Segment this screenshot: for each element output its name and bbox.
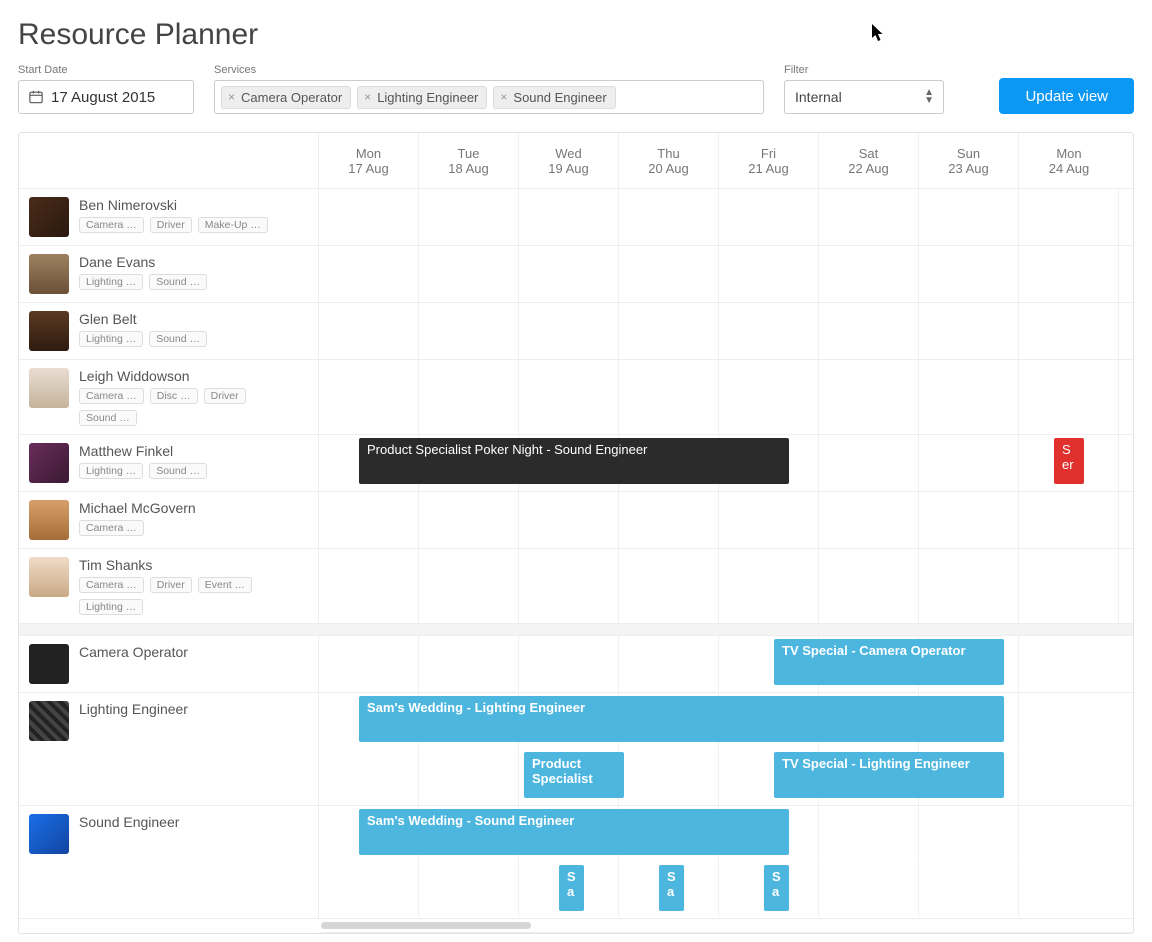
- page-title: Resource Planner: [18, 18, 1134, 52]
- avatar: [29, 311, 69, 351]
- avatar: [29, 500, 69, 540]
- skill-tag: Sound …: [79, 410, 137, 426]
- chip-label: Sound Engineer: [513, 90, 606, 105]
- avatar: [29, 254, 69, 294]
- resource-row: Michael McGovern Camera …: [19, 492, 1133, 549]
- service-name: Sound Engineer: [79, 814, 179, 830]
- timeline-event[interactable]: Product Specialist Poker Night - Sound E…: [359, 438, 789, 484]
- service-chip[interactable]: × Camera Operator: [221, 86, 351, 109]
- timeline-event[interactable]: S a: [559, 865, 584, 911]
- skill-tag: Sound …: [149, 463, 207, 479]
- person-name: Matthew Finkel: [79, 443, 207, 459]
- start-date-value: 17 August 2015: [51, 89, 155, 106]
- timeline-event[interactable]: S a: [764, 865, 789, 911]
- person-name: Michael McGovern: [79, 500, 196, 516]
- skill-tag: Camera …: [79, 388, 144, 404]
- service-row: Sound Engineer Sam's Wedding - Sound Engi…: [19, 806, 1133, 919]
- skill-tag: Camera …: [79, 520, 144, 536]
- start-date-input[interactable]: 17 August 2015: [18, 80, 194, 114]
- skill-tag: Lighting …: [79, 599, 143, 615]
- chip-remove-icon[interactable]: ×: [364, 90, 371, 104]
- timeline-event[interactable]: TV Special - Lighting Engineer: [774, 752, 1004, 798]
- person-name: Tim Shanks: [79, 557, 308, 573]
- day-header: Fri21 Aug: [719, 133, 819, 188]
- timeline-event[interactable]: TV Special - Camera Operator: [774, 639, 1004, 685]
- skill-tag: Driver: [150, 217, 192, 233]
- day-header: Mon17 Aug: [319, 133, 419, 188]
- day-header: Sat22 Aug: [819, 133, 919, 188]
- timeline-event[interactable]: Sam's Wedding - Lighting Engineer: [359, 696, 1004, 742]
- header-row: Mon17 AugTue18 AugWed19 AugThu20 AugFri2…: [19, 133, 1133, 189]
- skill-tag: Sound …: [149, 274, 207, 290]
- day-header: Thu20 Aug: [619, 133, 719, 188]
- service-icon: [29, 644, 69, 684]
- filter-select[interactable]: Internal: [784, 80, 944, 114]
- service-chip[interactable]: × Sound Engineer: [493, 86, 615, 109]
- skill-tag: Sound …: [149, 331, 207, 347]
- skill-tag: Make-Up …: [198, 217, 268, 233]
- resource-row: Glen Belt Lighting … Sound …: [19, 303, 1133, 360]
- skill-tag: Lighting …: [79, 331, 143, 347]
- services-multiselect[interactable]: × Camera Operator × Lighting Engineer × Sound…: [214, 80, 764, 114]
- service-name: Camera Operator: [79, 644, 188, 660]
- timeline-event[interactable]: S er: [1054, 438, 1084, 484]
- skill-tag: Lighting …: [79, 274, 143, 290]
- skill-tag: Camera …: [79, 577, 144, 593]
- timeline-event[interactable]: S a: [659, 865, 684, 911]
- start-date-label: Start Date: [18, 64, 194, 76]
- resource-row: Ben Nimerovski Camera … Driver Make-Up …: [19, 189, 1133, 246]
- horizontal-scrollbar[interactable]: [19, 919, 1133, 933]
- chip-label: Lighting Engineer: [377, 90, 478, 105]
- person-name: Ben Nimerovski: [79, 197, 268, 213]
- day-header: Tue18 Aug: [419, 133, 519, 188]
- person-name: Leigh Widdowson: [79, 368, 308, 384]
- update-view-button[interactable]: Update view: [999, 78, 1134, 114]
- calendar-icon: [29, 90, 43, 104]
- skill-tag: Camera …: [79, 217, 144, 233]
- scrollbar-thumb[interactable]: [321, 922, 531, 929]
- skill-tag: Disc …: [150, 388, 198, 404]
- chip-label: Camera Operator: [241, 90, 342, 105]
- timeline-event[interactable]: Product Specialist: [524, 752, 624, 798]
- service-name: Lighting Engineer: [79, 701, 188, 717]
- person-name: Dane Evans: [79, 254, 207, 270]
- avatar: [29, 443, 69, 483]
- filter-label: Filter: [784, 64, 944, 76]
- section-separator: [19, 624, 1133, 636]
- services-label: Services: [214, 64, 764, 76]
- planner-grid: Mon17 AugTue18 AugWed19 AugThu20 AugFri2…: [18, 132, 1134, 934]
- avatar: [29, 557, 69, 597]
- resource-row: Leigh Widdowson Camera … Disc … Driver Sound…: [19, 360, 1133, 435]
- day-header: Mon24 Aug: [1019, 133, 1119, 188]
- service-row: Camera Operator TV Special - Camera Opera…: [19, 636, 1133, 693]
- service-icon: [29, 701, 69, 741]
- day-header: Wed19 Aug: [519, 133, 619, 188]
- resource-row: Matthew Finkel Lighting … Sound … Product S…: [19, 435, 1133, 492]
- day-header: Sun23 Aug: [919, 133, 1019, 188]
- service-row: Lighting Engineer Sam's Wedding - Lightin…: [19, 693, 1133, 806]
- resource-row: Tim Shanks Camera … Driver Event … Lighting …: [19, 549, 1133, 624]
- mouse-cursor-icon: [872, 24, 886, 42]
- skill-tag: Event …: [198, 577, 252, 593]
- chip-remove-icon[interactable]: ×: [500, 90, 507, 104]
- filter-bar: Start Date 17 August 2015 Services × Came…: [18, 64, 1134, 114]
- service-icon: [29, 814, 69, 854]
- avatar: [29, 197, 69, 237]
- resource-row: Dane Evans Lighting … Sound …: [19, 246, 1133, 303]
- person-name: Glen Belt: [79, 311, 207, 327]
- service-chip[interactable]: × Lighting Engineer: [357, 86, 487, 109]
- timeline-event[interactable]: Sam's Wedding - Sound Engineer: [359, 809, 789, 855]
- skill-tag: Driver: [150, 577, 192, 593]
- skill-tag: Driver: [204, 388, 246, 404]
- skill-tag: Lighting …: [79, 463, 143, 479]
- avatar: [29, 368, 69, 408]
- chip-remove-icon[interactable]: ×: [228, 90, 235, 104]
